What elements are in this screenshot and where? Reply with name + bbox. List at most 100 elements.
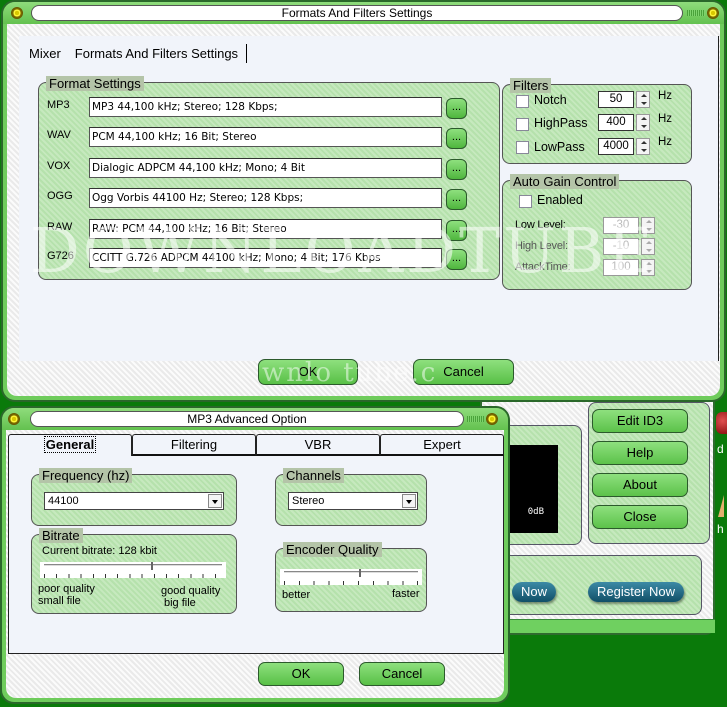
help-button[interactable]: Help: [592, 441, 688, 465]
bottom-bar: [502, 619, 715, 633]
edge-text: d: [717, 442, 724, 456]
poor-quality-label: poor quality: [38, 583, 95, 595]
format-label: G726: [47, 250, 74, 262]
raw-format-field[interactable]: RAW: PCM 44,100 kHz; 16 Bit; Stereo: [89, 219, 442, 239]
g726-format-field[interactable]: CCITT G.726 ADPCM 44100 kHz; Mono; 4 Bit…: [89, 248, 442, 268]
notch-value-field[interactable]: 50: [598, 91, 634, 108]
current-bitrate-label: Current bitrate: 128 kbit: [42, 545, 157, 557]
mp3-options-button[interactable]: ...: [446, 98, 467, 119]
frequency-select[interactable]: 44100: [44, 492, 224, 510]
low-level-label: Low Level:: [515, 219, 566, 231]
high-level-field[interactable]: -10: [603, 238, 639, 255]
attack-time-label: AttackTime:: [515, 261, 571, 273]
notch-checkbox[interactable]: [516, 95, 529, 108]
tab-filtering[interactable]: Filtering: [132, 434, 256, 456]
high-level-label: High Level:: [515, 240, 568, 252]
mp3-advanced-option-window: MP3 Advanced Option General Filtering VB…: [0, 406, 510, 704]
tab-label: Filtering: [170, 437, 218, 452]
lowpass-label: LowPass: [534, 140, 585, 154]
channels-group: Channels Stereo: [275, 468, 427, 526]
slider-thumb[interactable]: [359, 569, 362, 577]
close-button[interactable]: Close: [592, 505, 688, 529]
chevron-down-icon[interactable]: [208, 494, 222, 508]
lowpass-spinner[interactable]: [636, 138, 650, 155]
titlebar[interactable]: MP3 Advanced Option: [2, 408, 508, 430]
slider-thumb[interactable]: [150, 562, 153, 570]
encoder-quality-slider[interactable]: [280, 569, 422, 585]
cancel-button[interactable]: Cancel: [413, 359, 514, 385]
agc-enabled-label: Enabled: [537, 193, 583, 207]
format-label: MP3: [47, 99, 70, 111]
tab-expert[interactable]: Expert: [380, 434, 504, 456]
window-menu-icon[interactable]: [8, 413, 20, 425]
window-title: MP3 Advanced Option: [30, 411, 464, 427]
format-row-wav: WAV PCM 44,100 kHz; 16 Bit; Stereo ...: [47, 127, 487, 149]
notch-label: Notch: [534, 93, 567, 107]
chevron-down-icon[interactable]: [402, 494, 416, 508]
frequency-group: Frequency (hz) 44100: [31, 468, 237, 526]
ogg-format-field[interactable]: Ogg Vorbis 44100 Hz; Stereo; 128 Kbps;: [89, 188, 442, 208]
vox-options-button[interactable]: ...: [446, 159, 467, 180]
titlebar[interactable]: Formats And Filters Settings: [3, 2, 724, 24]
hz-unit-label: Hz: [658, 136, 673, 148]
high-level-spinner[interactable]: [641, 238, 655, 255]
meter-label: 0dB: [527, 507, 544, 517]
channels-value: Stereo: [292, 495, 325, 507]
window-close-icon[interactable]: [707, 7, 719, 19]
group-legend: Channels: [283, 468, 344, 483]
window-menu-icon[interactable]: [11, 7, 23, 19]
g726-options-button[interactable]: ...: [446, 249, 467, 270]
slider-ticks: [44, 574, 222, 578]
mp3-format-field[interactable]: MP3 44,100 kHz; Stereo; 128 Kbps;: [89, 97, 442, 117]
cancel-button[interactable]: Cancel: [359, 662, 445, 686]
lowpass-value-field[interactable]: 4000: [598, 138, 634, 155]
ok-button[interactable]: OK: [258, 662, 344, 686]
wav-options-button[interactable]: ...: [446, 128, 467, 149]
tab-formats-filters[interactable]: Formats And Filters Settings: [75, 44, 248, 63]
tab-general[interactable]: General: [8, 434, 132, 456]
raw-options-button[interactable]: ...: [446, 220, 467, 241]
about-button[interactable]: About: [592, 473, 688, 497]
tab-mixer[interactable]: Mixer: [29, 44, 61, 63]
highpass-value-field[interactable]: 400: [598, 114, 634, 131]
app-icon-red: [716, 412, 727, 434]
highpass-checkbox[interactable]: [516, 118, 529, 131]
agc-enabled-checkbox[interactable]: [519, 195, 532, 208]
window-body: General Filtering VBR Expert Frequency (…: [6, 430, 504, 698]
vox-format-field[interactable]: Dialogic ADPCM 44,100 kHz; Mono; 4 Bit: [89, 158, 442, 178]
window-body: Mixer Formats And Filters Settings Forma…: [7, 24, 720, 396]
edge-text: h: [717, 522, 724, 536]
channels-select[interactable]: Stereo: [288, 492, 418, 510]
bitrate-slider[interactable]: [40, 562, 226, 578]
wav-format-field[interactable]: PCM 44,100 kHz; 16 Bit; Stereo: [89, 127, 442, 147]
format-label: VOX: [47, 160, 71, 172]
encoder-quality-group: Encoder Quality better faster: [275, 542, 427, 612]
low-level-spinner[interactable]: [641, 217, 655, 234]
general-panel: Frequency (hz) 44100 Channels Stereo Bit…: [8, 456, 504, 654]
hz-unit-label: Hz: [658, 90, 673, 102]
window-title: Formats And Filters Settings: [31, 5, 683, 21]
better-label: better: [282, 589, 311, 601]
buy-now-button[interactable]: Now: [512, 582, 557, 602]
register-now-button[interactable]: Register Now: [588, 582, 685, 602]
edit-id3-button[interactable]: Edit ID3: [592, 409, 688, 433]
format-row-ogg: OGG Ogg Vorbis 44100 Hz; Stereo; 128 Kbp…: [47, 188, 487, 210]
background-app-window: 0dB Edit ID3 Help About Close Now Regist…: [480, 395, 715, 635]
highpass-spinner[interactable]: [636, 114, 650, 131]
lowpass-checkbox[interactable]: [516, 141, 529, 154]
window-close-icon[interactable]: [486, 413, 498, 425]
attack-time-spinner[interactable]: [641, 259, 655, 276]
ok-button[interactable]: OK: [258, 359, 358, 385]
attack-time-field[interactable]: 100: [603, 259, 639, 276]
format-settings-group: Format Settings MP3 MP3 44,100 kHz; Ster…: [38, 76, 500, 280]
bolt-icon: [718, 495, 724, 517]
group-legend: Frequency (hz): [39, 468, 133, 483]
group-legend: Format Settings: [46, 76, 144, 91]
format-row-raw: RAW RAW: PCM 44,100 kHz; 16 Bit; Stereo …: [47, 219, 487, 241]
notch-spinner[interactable]: [636, 91, 650, 108]
tab-vbr[interactable]: VBR: [256, 434, 380, 456]
slider-line: [44, 564, 222, 566]
hz-unit-label: Hz: [658, 113, 673, 125]
ogg-options-button[interactable]: ...: [446, 189, 467, 210]
low-level-field[interactable]: -30: [603, 217, 639, 234]
